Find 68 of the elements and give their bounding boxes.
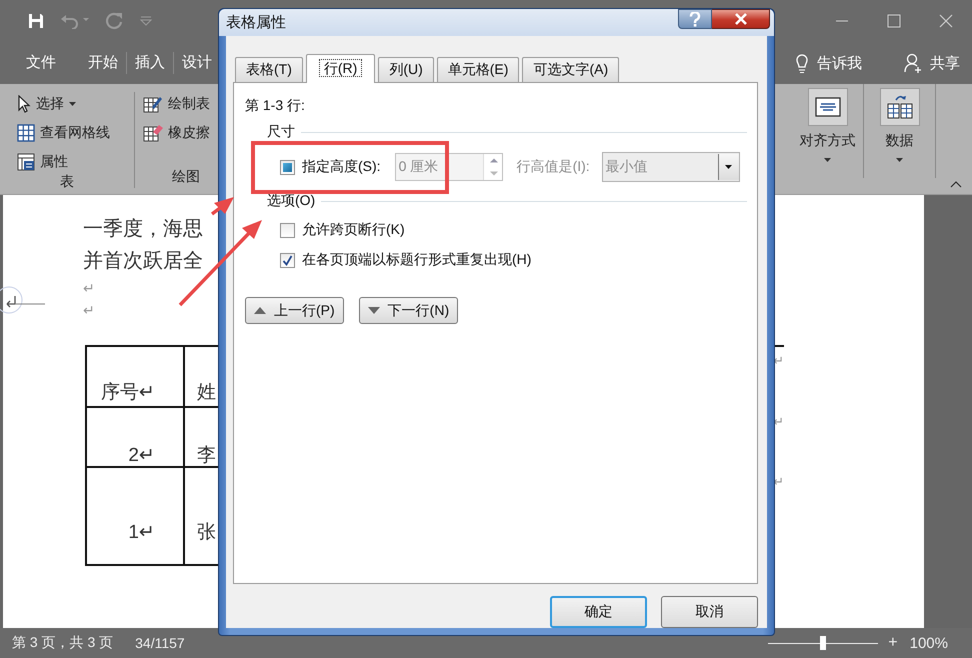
ribbon-tab[interactable]: 插入 bbox=[127, 52, 174, 74]
close-button[interactable] bbox=[712, 9, 770, 29]
nav-button[interactable]: 上一行(P) bbox=[245, 297, 344, 324]
paragraph-mark: ↵ bbox=[83, 302, 95, 318]
group-label: 表 bbox=[59, 173, 75, 191]
table-properties-icon bbox=[17, 152, 35, 170]
dialog-tab[interactable]: 表格(T) bbox=[235, 57, 303, 82]
draw-table-icon bbox=[143, 94, 163, 112]
table-cell: 序号↵ bbox=[87, 347, 185, 408]
dialog-button[interactable]: 确定 bbox=[550, 596, 647, 628]
dialog-tab[interactable]: 可选文字(A) bbox=[522, 57, 620, 82]
document-text: 一季度，海思 bbox=[83, 217, 203, 242]
dialog-tab[interactable]: 行(R) bbox=[306, 54, 376, 83]
group-label: 选项(O) bbox=[267, 192, 316, 210]
checkbox[interactable] bbox=[280, 252, 295, 268]
document-text: 并首次跃居全 bbox=[83, 249, 203, 274]
lightbulb-icon[interactable] bbox=[795, 52, 809, 74]
dropdown-caret-icon bbox=[725, 165, 732, 169]
collapse-ribbon-icon[interactable] bbox=[950, 181, 962, 188]
page-count[interactable]: 第 3 页，共 3 页 bbox=[12, 634, 114, 652]
checkbox-label: 允许跨页断行(K) bbox=[302, 221, 405, 239]
triangle-up-icon bbox=[254, 307, 266, 314]
close-icon[interactable] bbox=[939, 14, 953, 28]
caret-icon bbox=[896, 158, 903, 162]
dialog-title: 表格属性 bbox=[226, 13, 286, 32]
caret-icon bbox=[824, 158, 831, 162]
paragraph-mark: ↵ bbox=[83, 280, 95, 296]
zoom-level[interactable]: 100% bbox=[910, 634, 948, 652]
table-data-icon bbox=[886, 94, 914, 120]
ribbon-tab[interactable]: 文件 bbox=[0, 52, 80, 74]
checkbox[interactable] bbox=[280, 222, 295, 238]
close-icon bbox=[734, 13, 748, 25]
table-cell: 1↵ bbox=[87, 468, 185, 566]
rows-heading: 第 1-3 行: bbox=[245, 97, 306, 115]
ribbon-button[interactable]: 选择 bbox=[17, 92, 134, 115]
table-cell: 2↵ bbox=[87, 408, 185, 468]
checkbox[interactable] bbox=[280, 160, 295, 174]
share-button[interactable]: 共享 bbox=[930, 54, 960, 72]
save-icon[interactable] bbox=[28, 13, 44, 29]
field-label: 行高值是(I): bbox=[516, 158, 590, 176]
question-icon bbox=[689, 12, 701, 26]
nav-button[interactable]: 下一行(N) bbox=[358, 297, 458, 324]
group-label: 尺寸 bbox=[267, 123, 295, 141]
ribbon-button[interactable]: 查看网格线 bbox=[17, 121, 134, 144]
slider-thumb[interactable] bbox=[820, 636, 826, 650]
checkbox-label: 指定高度(S): bbox=[302, 158, 381, 176]
checkbox-label: 在各页顶端以标题行形式重复出现(H) bbox=[302, 251, 532, 269]
person-icon[interactable] bbox=[904, 53, 922, 73]
maximize-icon[interactable] bbox=[887, 14, 901, 28]
grid-icon bbox=[17, 124, 35, 142]
align-icon bbox=[814, 97, 840, 117]
word-count[interactable]: 34/1157 bbox=[135, 635, 185, 651]
caret-icon bbox=[69, 102, 76, 106]
ribbon-button[interactable]: 数据 bbox=[864, 84, 936, 178]
arrow bbox=[210, 197, 234, 216]
group-label: 绘图 bbox=[171, 168, 201, 186]
dialog-tab[interactable]: 列(U) bbox=[378, 57, 434, 82]
triangle-down-icon bbox=[368, 307, 380, 314]
eraser-icon bbox=[143, 124, 163, 142]
help-button[interactable] bbox=[678, 9, 712, 29]
ribbon-button[interactable]: 属性 bbox=[17, 150, 134, 173]
tell-me-field[interactable]: 告诉我 bbox=[817, 54, 862, 72]
dialog-button[interactable]: 取消 bbox=[661, 596, 758, 628]
dialog-tab[interactable]: 单元格(E) bbox=[436, 57, 520, 82]
ribbon-tab[interactable]: 开始 bbox=[80, 52, 127, 74]
pointer-icon bbox=[17, 94, 31, 112]
zoom-in-button[interactable]: + bbox=[888, 634, 898, 652]
ribbon-button[interactable]: 对齐方式 bbox=[792, 84, 864, 178]
